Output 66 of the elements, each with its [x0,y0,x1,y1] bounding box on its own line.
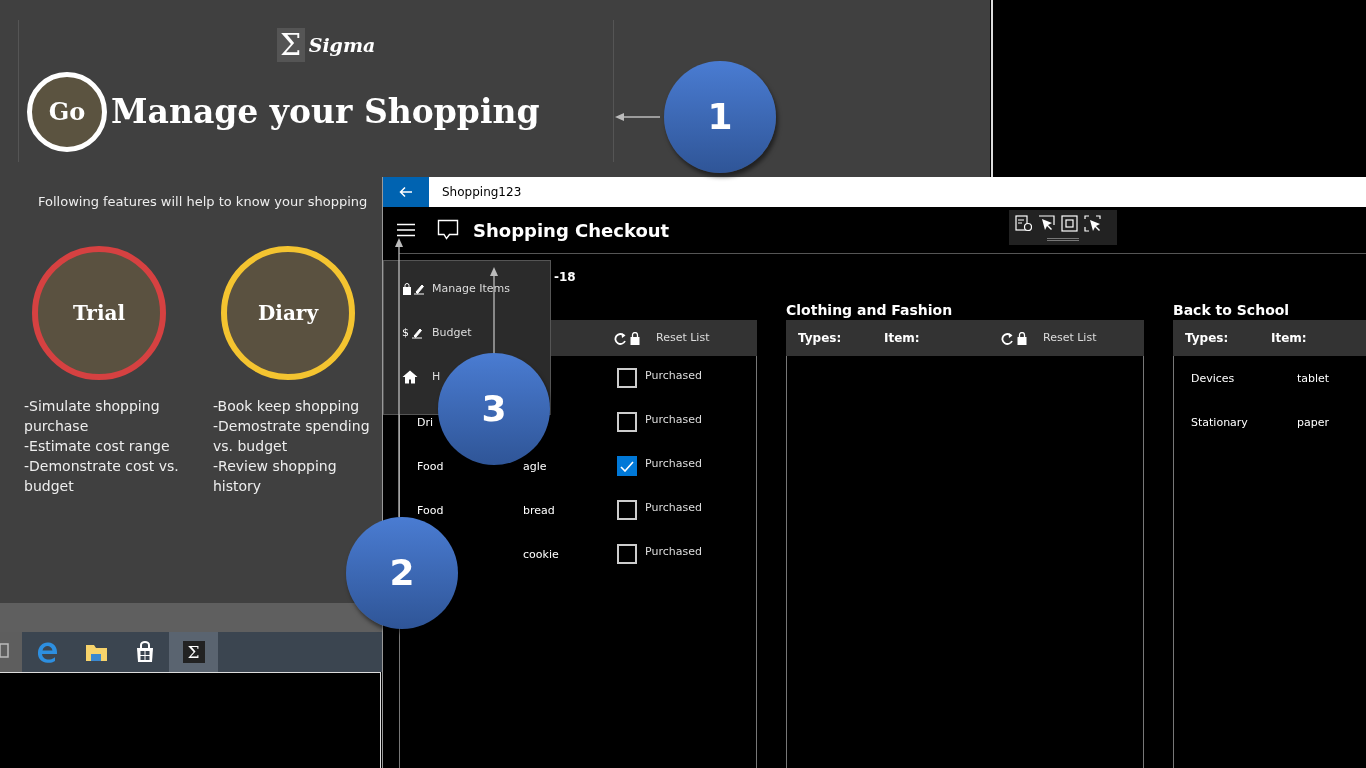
reset-list-link[interactable]: Reset List [656,329,710,347]
heading: Manage your Shopping [111,91,540,134]
feature-text: -Simulate shopping purchase [24,396,161,436]
feature-text: -Review shopping history [213,456,338,496]
dollar-sign: $ [402,324,409,341]
window-title: Shopping123 [442,184,522,201]
pointer-icon[interactable] [1038,215,1055,232]
go-badge: Go [27,72,107,152]
checkbox-label: Purchased [645,368,702,384]
back-arrow-icon [399,186,413,198]
checkbox-label: Purchased [645,412,702,428]
home-icon [402,370,418,384]
menu-icon[interactable] [397,223,415,237]
column-header: Item: [1271,331,1307,345]
sigma-glyph: Σ [182,641,205,663]
back-button[interactable] [383,177,429,207]
date-text: -18 [554,269,576,286]
pointer-icon[interactable] [1084,215,1101,232]
menu-item[interactable]: Manage Items [384,278,510,300]
checkbox[interactable] [617,456,637,476]
logo-mark: Σ [276,28,305,62]
checkbox[interactable] [617,500,637,520]
list-title: Back to School [1173,301,1291,320]
pen-icon [411,327,423,339]
item-cell: cookie [523,548,559,561]
subtitle: Following features will help to know your shopping [38,193,368,211]
column-header: Types: [1185,331,1229,345]
type-cell: Dri [417,416,434,429]
menu-item[interactable]: H [384,366,441,388]
comment-icon [437,219,459,241]
browser-icon [35,641,58,663]
column-header: Types: [798,331,842,345]
checkbox-label: Purchased [645,544,702,560]
feature-text: -Demostrate spending vs. budget [213,416,371,456]
feature-text: -Estimate cost range [24,436,171,456]
checkbox-label: Purchased [645,456,702,472]
logo-text: Sigma [308,32,376,58]
check-icon [620,460,634,472]
page-title: Shopping Checkout [473,218,670,243]
reset-list-link[interactable]: Reset List [1043,329,1097,347]
checkbox[interactable] [617,412,637,432]
refresh-icon[interactable] [1001,331,1013,345]
feature-circle[interactable]: Trial [32,245,166,380]
feature-text: -Book keep shopping [213,396,361,416]
menu-item[interactable]: $ Budget [384,322,472,344]
item-cell: bread [523,504,555,517]
checkbox[interactable] [617,544,637,564]
select-element-icon[interactable] [1015,215,1032,232]
lock-icon[interactable] [630,331,640,345]
item-cell: paper [1297,416,1329,429]
checkbox-label: Purchased [645,500,702,516]
type-cell: Food [417,504,444,517]
refresh-icon[interactable] [614,331,626,345]
taskbar-app[interactable]: Σ [169,632,218,672]
item-cell: tablet [1297,372,1330,385]
feature-text: -Demonstrate cost vs. budget [24,456,180,496]
bag-pen-icon [402,283,426,295]
annotation-arrow [615,113,661,121]
lock-icon[interactable] [1017,331,1027,345]
list-title: Clothing and Fashion [786,301,954,320]
type-cell: Devices [1191,372,1235,385]
checkbox[interactable] [617,368,637,388]
feature-circle[interactable]: Diary [221,245,355,380]
column-header: Item: [884,331,920,345]
type-cell: Stationary [1191,416,1248,429]
frame-icon[interactable] [1061,215,1078,232]
